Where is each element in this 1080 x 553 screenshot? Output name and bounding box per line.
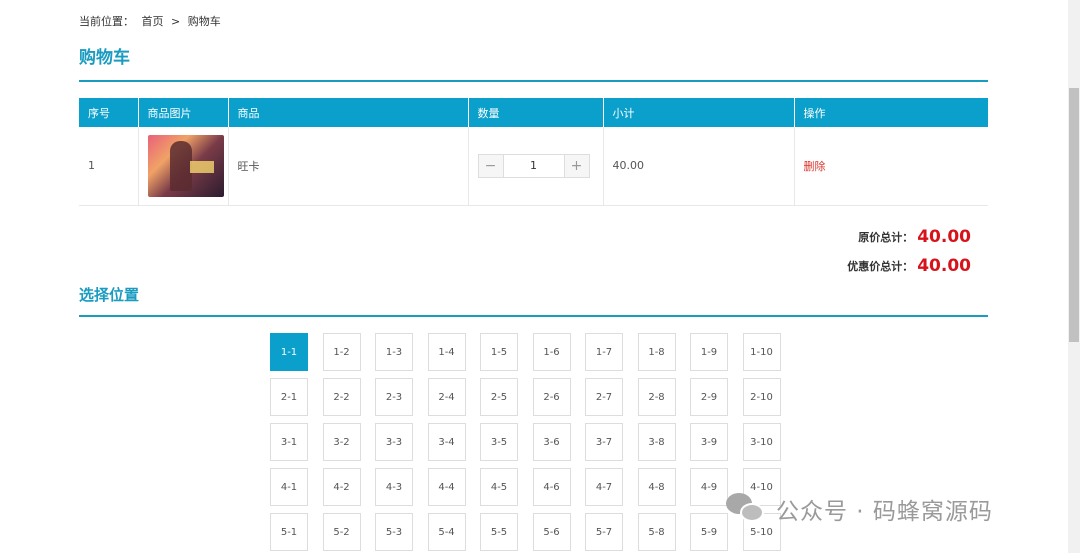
seat-button[interactable]: 5-1 xyxy=(270,513,308,551)
seat-button[interactable]: 4-9 xyxy=(690,468,728,506)
col-quantity-header: 数量 xyxy=(468,98,604,127)
cart-title: 购物车 xyxy=(79,48,130,68)
watermark-text: 公众号 · 码蜂窝源码 xyxy=(776,499,993,525)
quantity-input[interactable]: 1 xyxy=(502,154,565,177)
seat-button[interactable]: 1-7 xyxy=(585,333,623,371)
seat-button[interactable]: 5-7 xyxy=(585,513,623,551)
increment-button[interactable]: + xyxy=(564,154,589,177)
discount-total-value: 40.00 xyxy=(917,256,971,276)
seat-button[interactable]: 4-5 xyxy=(480,468,518,506)
col-product-header: 商品 xyxy=(228,98,469,127)
breadcrumb-home-link[interactable]: 首页 xyxy=(142,15,164,28)
seat-button[interactable]: 5-2 xyxy=(322,513,361,551)
col-subtotal-header: 小计 xyxy=(603,98,795,127)
seat-button[interactable]: 1-1 xyxy=(270,333,308,371)
discount-total-label: 优惠价总计： xyxy=(847,260,914,273)
seat-button[interactable]: 3-2 xyxy=(322,423,361,461)
seat-button[interactable]: 2-1 xyxy=(270,378,308,416)
breadcrumb-separator: > xyxy=(171,15,181,28)
seat-button[interactable]: 3-3 xyxy=(375,423,413,461)
row-subtotal: 40.00 xyxy=(603,127,795,206)
quantity-cell: − 1 + xyxy=(468,127,604,206)
original-total-label: 原价总计： xyxy=(858,231,914,244)
seat-button[interactable]: 2-10 xyxy=(742,378,781,416)
discount-total: 优惠价总计： 40.00 xyxy=(847,256,971,276)
product-image[interactable] xyxy=(147,134,224,197)
seat-button[interactable]: 4-8 xyxy=(637,468,676,506)
seat-button[interactable]: 3-6 xyxy=(532,423,571,461)
breadcrumb-current: 购物车 xyxy=(187,15,221,28)
seat-button[interactable]: 2-4 xyxy=(427,378,466,416)
seat-button[interactable]: 1-3 xyxy=(375,333,413,371)
seat-button[interactable]: 3-5 xyxy=(480,423,518,461)
seat-button[interactable]: 1-10 xyxy=(742,333,781,371)
seat-title: 选择位置 xyxy=(79,286,140,304)
seat-button[interactable]: 3-7 xyxy=(585,423,623,461)
decrement-button[interactable]: − xyxy=(478,154,503,177)
col-image-header: 商品图片 xyxy=(138,98,229,127)
seat-grid: 1-1 1-2 1-3 1-4 1-5 1-6 1-7 1-8 1-9 1-10 2-1 2-2 2-3… xyxy=(270,333,781,551)
seat-button[interactable]: 5-4 xyxy=(427,513,466,551)
seat-button[interactable]: 4-2 xyxy=(322,468,361,506)
seat-button[interactable]: 2-5 xyxy=(480,378,518,416)
wechat-icon xyxy=(726,493,766,525)
breadcrumb: 当前位置： 首页 > 购物车 xyxy=(79,13,225,29)
original-total-value: 40.00 xyxy=(917,227,971,247)
seat-button[interactable]: 4-4 xyxy=(427,468,466,506)
seat-button[interactable]: 2-7 xyxy=(585,378,623,416)
cart-header-row: 序号 商品图片 商品 数量 小计 操作 xyxy=(79,98,988,127)
seat-button[interactable]: 5-3 xyxy=(375,513,413,551)
seat-button[interactable]: 2-9 xyxy=(690,378,728,416)
seat-divider xyxy=(79,315,988,317)
seat-button[interactable]: 1-5 xyxy=(480,333,518,371)
seat-button[interactable]: 4-1 xyxy=(270,468,308,506)
scrollbar-thumb[interactable] xyxy=(1069,88,1079,342)
title-divider xyxy=(79,80,988,82)
seat-button[interactable]: 2-6 xyxy=(532,378,571,416)
action-cell: 删除 xyxy=(794,127,988,206)
original-total: 原价总计： 40.00 xyxy=(858,227,971,247)
seat-button[interactable]: 1-6 xyxy=(532,333,571,371)
product-image-cell xyxy=(138,127,229,206)
col-action-header: 操作 xyxy=(794,98,988,127)
seat-button[interactable]: 2-2 xyxy=(322,378,361,416)
seat-button[interactable]: 2-3 xyxy=(375,378,413,416)
seat-button[interactable]: 1-8 xyxy=(637,333,676,371)
seat-button[interactable]: 1-9 xyxy=(690,333,728,371)
quantity-stepper: − 1 + xyxy=(477,153,590,178)
seat-button[interactable]: 5-6 xyxy=(532,513,571,551)
watermark: 公众号 · 码蜂窝源码 xyxy=(726,492,993,526)
vertical-scrollbar[interactable] xyxy=(1068,0,1080,553)
table-row: 1 旺卡 − 1 + 40.00 删除 xyxy=(79,127,988,206)
seat-button[interactable]: 3-4 xyxy=(427,423,466,461)
cart-table: 序号 商品图片 商品 数量 小计 操作 1 旺卡 − 1 + 40.00 删除 xyxy=(79,98,988,206)
seat-button[interactable]: 3-8 xyxy=(637,423,676,461)
row-index: 1 xyxy=(79,127,139,206)
seat-button[interactable]: 5-8 xyxy=(637,513,676,551)
seat-button[interactable]: 5-9 xyxy=(690,513,728,551)
seat-button[interactable]: 1-2 xyxy=(322,333,361,371)
seat-button[interactable]: 5-5 xyxy=(480,513,518,551)
seat-button[interactable]: 3-10 xyxy=(742,423,781,461)
col-index-header: 序号 xyxy=(79,98,139,127)
seat-button[interactable]: 3-9 xyxy=(690,423,728,461)
seat-button[interactable]: 3-1 xyxy=(270,423,308,461)
seat-button[interactable]: 2-8 xyxy=(637,378,676,416)
seat-button[interactable]: 4-6 xyxy=(532,468,571,506)
seat-button[interactable]: 1-4 xyxy=(427,333,466,371)
breadcrumb-prefix: 当前位置： xyxy=(79,15,134,28)
product-name: 旺卡 xyxy=(228,127,469,206)
delete-button[interactable]: 删除 xyxy=(804,160,826,173)
seat-button[interactable]: 4-3 xyxy=(375,468,413,506)
seat-button[interactable]: 4-7 xyxy=(585,468,623,506)
